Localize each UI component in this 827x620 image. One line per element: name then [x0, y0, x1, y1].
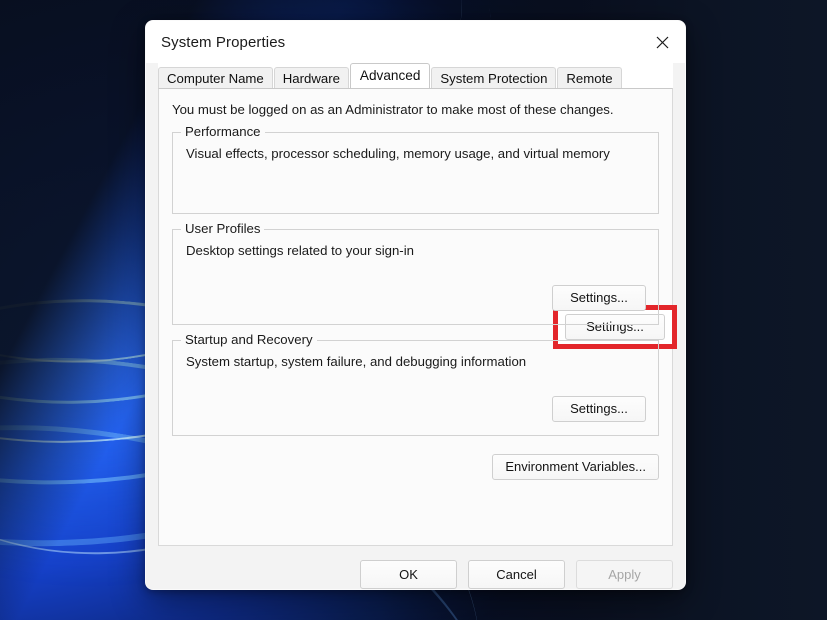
- tab-advanced[interactable]: Advanced: [349, 63, 431, 88]
- startup-recovery-group: Startup and Recovery System startup, sys…: [172, 332, 659, 436]
- dialog-titlebar: System Properties: [146, 21, 685, 63]
- tab-remote[interactable]: Remote: [557, 67, 622, 88]
- environment-variables-row: Environment Variables...: [159, 436, 672, 480]
- ok-button[interactable]: OK: [360, 560, 457, 589]
- startup-recovery-button-row: Settings...: [173, 396, 658, 434]
- environment-variables-button[interactable]: Environment Variables...: [492, 454, 659, 480]
- performance-group-label: Performance: [181, 124, 265, 139]
- startup-recovery-settings-button[interactable]: Settings...: [552, 396, 646, 422]
- user-profiles-group-label: User Profiles: [181, 221, 265, 236]
- tab-hardware[interactable]: Hardware: [273, 67, 349, 88]
- cancel-button[interactable]: Cancel: [468, 560, 565, 589]
- dialog-footer: OK Cancel Apply: [146, 546, 685, 589]
- administrator-note: You must be logged on as an Administrato…: [172, 102, 614, 117]
- user-profiles-settings-button[interactable]: Settings...: [552, 285, 646, 311]
- system-properties-dialog: System Properties Computer Name Hardware…: [145, 20, 686, 590]
- startup-recovery-group-label: Startup and Recovery: [181, 332, 317, 347]
- tab-computer-name[interactable]: Computer Name: [158, 67, 273, 88]
- dialog-title: System Properties: [161, 33, 286, 51]
- close-button[interactable]: [639, 21, 685, 63]
- tab-system-protection[interactable]: System Protection: [431, 67, 557, 88]
- tab-strip: Computer Name Hardware Advanced System P…: [158, 63, 673, 88]
- advanced-tab-panel: You must be logged on as an Administrato…: [158, 88, 677, 546]
- user-profiles-button-row: Settings...: [173, 285, 658, 323]
- user-profiles-group: User Profiles Desktop settings related t…: [172, 221, 659, 325]
- desktop-background: System Properties Computer Name Hardware…: [0, 0, 827, 620]
- close-icon: [656, 36, 669, 49]
- apply-button[interactable]: Apply: [576, 560, 673, 589]
- performance-group: Performance Visual effects, processor sc…: [172, 124, 677, 349]
